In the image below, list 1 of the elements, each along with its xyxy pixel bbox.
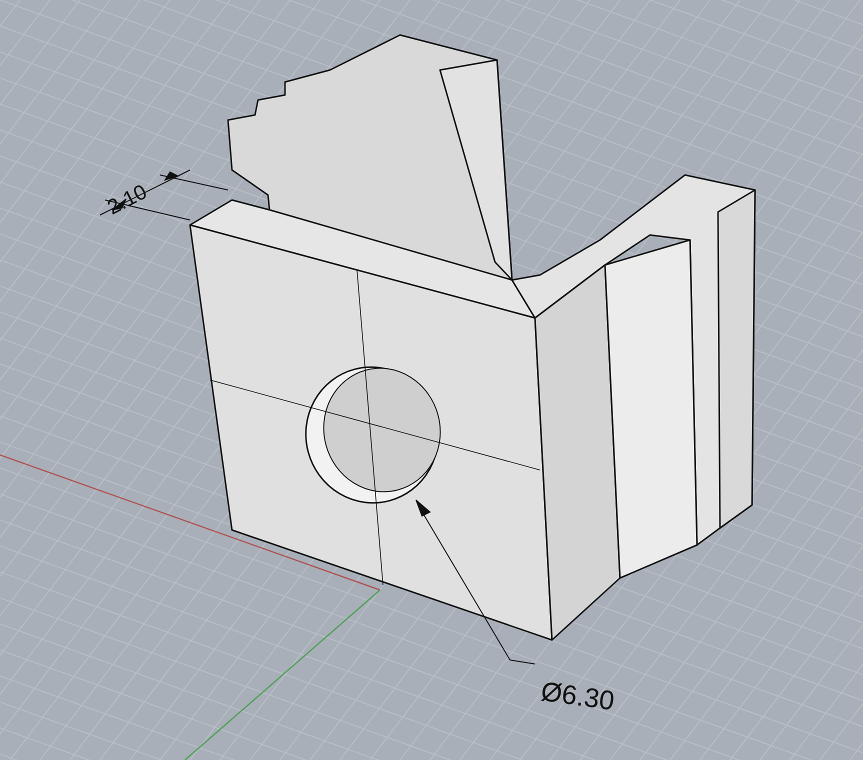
dimension-label: Ø6.30 xyxy=(539,676,616,716)
